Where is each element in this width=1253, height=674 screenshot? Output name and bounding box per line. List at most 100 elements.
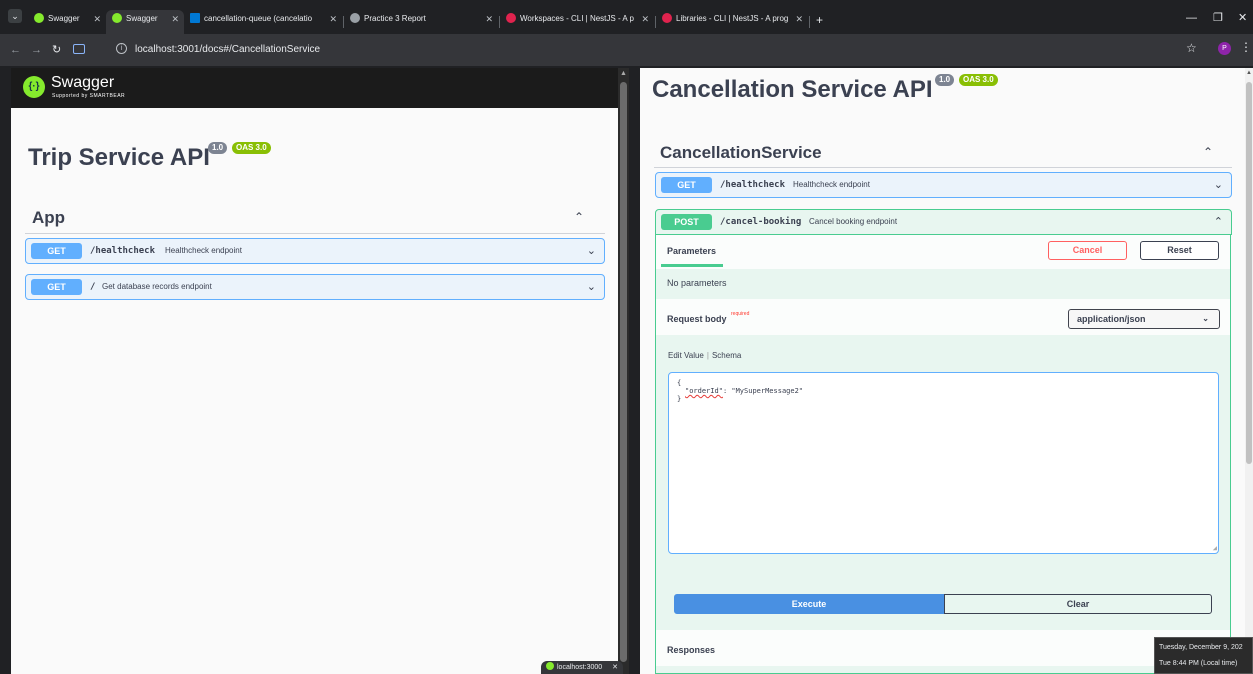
- swagger-icon: [112, 13, 122, 23]
- tooltip-time: Tue 8:44 PM (Local time): [1159, 660, 1238, 667]
- active-tab-indicator: [661, 264, 723, 267]
- op-path: /healthcheck: [720, 180, 786, 190]
- browser-menu-icon[interactable]: ⋮: [1240, 40, 1252, 54]
- chevron-down-icon[interactable]: ⌄: [587, 244, 596, 258]
- tab-schema[interactable]: Schema: [712, 351, 741, 360]
- method-badge: GET: [661, 177, 712, 193]
- resize-handle-icon[interactable]: ◢: [1213, 545, 1217, 552]
- content-type-select[interactable]: application/json ⌄: [1068, 309, 1220, 329]
- browser-tab-swagger-2[interactable]: Swagger ✕: [106, 10, 184, 34]
- execute-button[interactable]: Execute: [674, 594, 944, 614]
- scrollbar-thumb[interactable]: [620, 82, 627, 662]
- sidebar-toggle-icon[interactable]: [73, 44, 85, 54]
- tag-divider: [654, 167, 1232, 168]
- scrollbar-thumb[interactable]: [1246, 82, 1252, 464]
- close-tab-icon[interactable]: ✕: [612, 661, 618, 674]
- op-path: /cancel-booking: [720, 217, 802, 227]
- cancel-button[interactable]: Cancel: [1048, 241, 1127, 260]
- json-value: : "MySuperMessage2": [722, 387, 804, 395]
- method-badge: POST: [661, 214, 712, 230]
- url-text[interactable]: localhost:3001/docs#/CancellationService: [135, 43, 320, 56]
- method-badge: GET: [31, 243, 82, 259]
- clock-tooltip: Tuesday, December 9, 202 Tue 8:44 PM (Lo…: [1154, 637, 1253, 674]
- op-summary: Cancel booking endpoint: [809, 217, 898, 226]
- no-parameters-text: No parameters: [667, 278, 727, 288]
- right-scrollbar[interactable]: ▲: [1245, 68, 1253, 674]
- close-tab-icon[interactable]: ✕: [641, 12, 649, 26]
- request-body-editor[interactable]: { "orderId": "MySuperMessage2" } ◢: [668, 372, 1219, 554]
- tab-parameters[interactable]: Parameters: [667, 245, 716, 257]
- op-path: /: [90, 282, 96, 292]
- tooltip-date: Tuesday, December 9, 202: [1159, 644, 1243, 651]
- close-tab-icon[interactable]: ✕: [171, 12, 179, 26]
- scroll-up-arrow-icon[interactable]: ▲: [620, 70, 627, 78]
- oas-badge: OAS 3.0: [232, 142, 271, 154]
- close-tab-icon[interactable]: ✕: [329, 12, 337, 26]
- tag-divider: [25, 233, 605, 234]
- page-title: Trip Service API: [28, 144, 210, 171]
- swagger-brand: Swagger: [51, 74, 115, 91]
- chevron-down-icon[interactable]: ⌄: [587, 280, 596, 294]
- globe-icon: [350, 13, 360, 23]
- op-get-healthcheck[interactable]: GET /healthcheck Healthcheck endpoint ⌄: [655, 172, 1232, 198]
- tag-cancellation-service[interactable]: CancellationService: [660, 143, 822, 163]
- profile-avatar[interactable]: P: [1218, 42, 1231, 55]
- window-close-icon[interactable]: ✕: [1238, 11, 1247, 25]
- browser-tab-cancellation-queue[interactable]: cancellation-queue (cancelatio ✕: [184, 12, 342, 34]
- swagger-icon: [34, 13, 44, 23]
- browser-tab-bar: ⌄ Swagger ✕ Swagger ✕ cancellation-queue…: [0, 0, 1253, 34]
- left-scrollbar[interactable]: ▲: [618, 68, 629, 674]
- tab-separator: [809, 16, 810, 28]
- close-tab-icon[interactable]: ✕: [795, 12, 803, 26]
- op-get-root[interactable]: GET / Get database records endpoint ⌄: [25, 274, 605, 300]
- minimize-icon[interactable]: —: [1186, 11, 1197, 25]
- version-badge: 1.0: [935, 74, 955, 86]
- tab-separator: |: [706, 351, 709, 360]
- browser-tab-nestjs-libraries[interactable]: Libraries - CLI | NestJS - A prog ✕: [656, 12, 808, 34]
- chevron-up-icon[interactable]: ⌃: [1214, 215, 1223, 229]
- op-summary: Healthcheck endpoint: [165, 246, 242, 255]
- op-post-cancel-booking[interactable]: POST /cancel-booking Cancel booking endp…: [655, 209, 1232, 235]
- bookmark-star-icon[interactable]: ☆: [1186, 41, 1197, 55]
- reload-icon[interactable]: ↻: [52, 42, 61, 58]
- new-tab-button[interactable]: +: [816, 12, 823, 28]
- op-summary: Healthcheck endpoint: [793, 180, 870, 189]
- required-marker: required: [731, 311, 750, 317]
- oas-badge: OAS 3.0: [959, 74, 998, 86]
- peek-tab-localhost-3000[interactable]: localhost:3000 ✕: [541, 661, 623, 674]
- restore-icon[interactable]: ❐: [1213, 11, 1223, 25]
- tab-search-chevron-icon[interactable]: ⌄: [8, 9, 22, 23]
- body-view-tabs: Edit Value | Schema: [668, 351, 741, 361]
- address-bar[interactable]: i localhost:3001/docs#/CancellationServi…: [94, 40, 1184, 60]
- browser-tab-nestjs-workspaces[interactable]: Workspaces - CLI | NestJS - A p ✕: [500, 12, 654, 34]
- responses-header: [656, 630, 1230, 666]
- request-body-label: Request body: [667, 314, 727, 324]
- nestjs-icon: [506, 13, 516, 23]
- close-tab-icon[interactable]: ✕: [93, 12, 101, 26]
- chevron-down-icon[interactable]: ⌄: [1214, 178, 1223, 192]
- chevron-up-icon[interactable]: ⌃: [1203, 145, 1213, 159]
- tab-edit-value[interactable]: Edit Value: [668, 351, 704, 360]
- page-title: Cancellation Service API: [652, 76, 933, 103]
- chevron-up-icon[interactable]: ⌃: [574, 210, 584, 224]
- op-get-healthcheck[interactable]: GET /healthcheck Healthcheck endpoint ⌄: [25, 238, 605, 264]
- smartbear-tagline: Supported by SMARTBEAR: [52, 93, 126, 99]
- swagger-icon: [546, 662, 554, 670]
- version-badge: 1.0: [208, 142, 228, 154]
- clear-button[interactable]: Clear: [944, 594, 1212, 614]
- browser-tab-practice-report[interactable]: Practice 3 Report ✕: [344, 12, 498, 34]
- reset-button[interactable]: Reset: [1140, 241, 1219, 260]
- op-path: /healthcheck: [90, 246, 156, 256]
- scroll-up-arrow-icon[interactable]: ▲: [1246, 70, 1252, 77]
- site-info-icon[interactable]: i: [116, 43, 127, 54]
- azure-icon: [190, 13, 200, 23]
- back-arrow-icon[interactable]: ←: [10, 42, 21, 58]
- json-key: "orderId": [685, 387, 723, 395]
- responses-label: Responses: [667, 645, 716, 655]
- swagger-logo-icon: {·}: [23, 76, 45, 98]
- forward-arrow-icon[interactable]: →: [31, 42, 42, 58]
- nestjs-icon: [662, 13, 672, 23]
- tag-app[interactable]: App: [32, 208, 65, 228]
- close-tab-icon[interactable]: ✕: [485, 12, 493, 26]
- browser-tab-swagger-1[interactable]: Swagger ✕: [28, 12, 106, 34]
